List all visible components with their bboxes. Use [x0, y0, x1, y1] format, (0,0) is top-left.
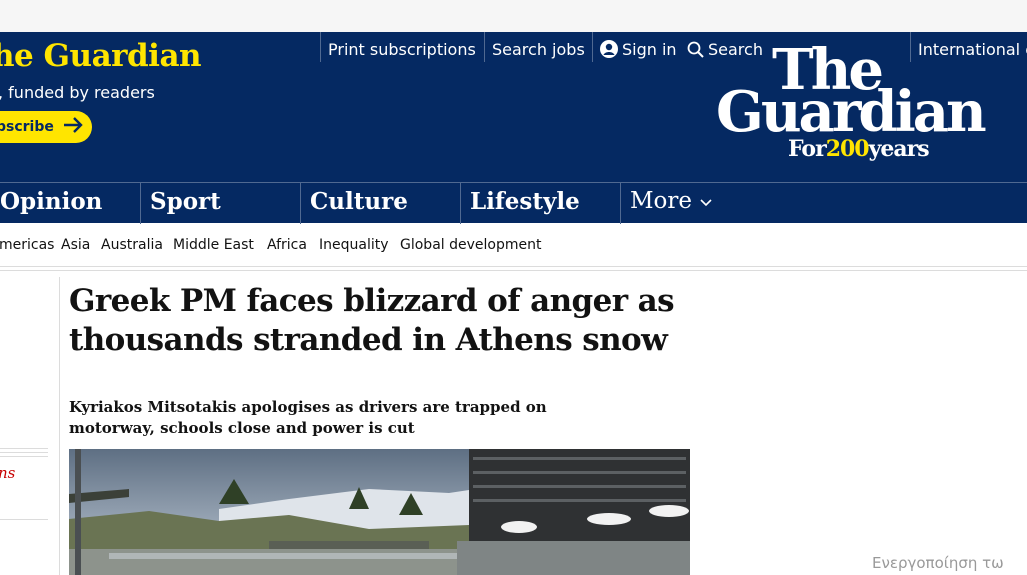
pillar-nav: Opinion Sport Culture Lifestyle More: [0, 182, 1027, 224]
sub-navigation: mericas Asia Australia Middle East Afric…: [0, 223, 1027, 267]
sign-in-label: Sign in: [622, 40, 677, 59]
search-icon: [687, 41, 704, 62]
pillar-culture[interactable]: Culture: [300, 183, 408, 224]
left-rule: [0, 519, 48, 520]
subnav-global-development[interactable]: Global development: [400, 237, 541, 253]
support-title: he Guardian: [0, 38, 202, 74]
divider: [0, 270, 1027, 271]
more-menu[interactable]: More: [620, 183, 713, 224]
left-rule: [0, 452, 48, 453]
pillar-sport[interactable]: Sport: [140, 183, 221, 224]
left-rule: [0, 448, 48, 449]
article-main-image: [69, 449, 690, 575]
pillar-lifestyle[interactable]: Lifestyle: [460, 183, 580, 224]
site-header: he Guardian , funded by readers bscribe …: [0, 32, 1027, 182]
print-subscriptions-link[interactable]: Print subscriptions: [320, 32, 476, 62]
subnav-africa[interactable]: Africa: [267, 237, 307, 253]
logo-tag-for: For: [788, 136, 827, 162]
subnav-asia[interactable]: Asia: [61, 237, 90, 253]
guardian-logo[interactable]: The Guardian For200years: [716, 40, 1016, 170]
logo-tag-number: 200: [825, 136, 870, 162]
logo-tag-years: years: [868, 136, 930, 162]
logo-line-2: Guardian: [716, 79, 987, 145]
sign-in-link[interactable]: Sign in: [592, 32, 677, 62]
subscribe-label: bscribe: [0, 119, 54, 135]
subnav-middle-east[interactable]: Middle East: [173, 237, 254, 253]
more-label: More: [630, 188, 693, 214]
account-icon: [600, 40, 618, 62]
article-standfirst: Kyriakos Mitsotakis apologises as driver…: [69, 398, 547, 437]
arrow-right-icon: [62, 114, 84, 142]
series-label[interactable]: ns: [0, 464, 15, 482]
pillar-opinion[interactable]: Opinion: [0, 183, 102, 224]
left-column-divider: [59, 277, 60, 575]
browser-strip: [0, 0, 1027, 32]
subnav-inequality[interactable]: Inequality: [319, 237, 389, 253]
subnav-americas[interactable]: mericas: [0, 237, 54, 253]
windows-activation-watermark: Ενεργοποίηση τω: [872, 554, 1004, 572]
support-subtitle: , funded by readers: [0, 83, 155, 102]
logo-anniversary-tag: For200years: [788, 136, 930, 162]
article-headline: Greek PM faces blizzard of anger as thou…: [69, 283, 675, 358]
left-rule: [0, 456, 48, 457]
chevron-down-icon: [699, 188, 713, 214]
subnav-australia[interactable]: Australia: [101, 237, 163, 253]
subscribe-button[interactable]: bscribe: [0, 111, 92, 143]
search-jobs-link[interactable]: Search jobs: [484, 32, 585, 62]
